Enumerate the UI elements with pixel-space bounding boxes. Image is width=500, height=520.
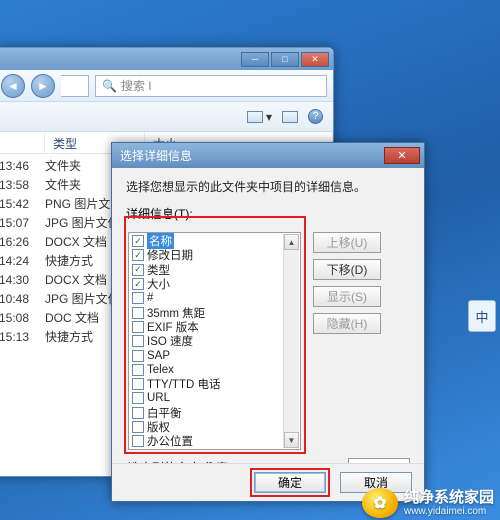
checkbox[interactable] <box>132 378 144 390</box>
detail-item[interactable]: 类型 <box>132 263 283 277</box>
back-button[interactable]: ◄ <box>1 74 25 98</box>
cell-time: 14:30 <box>0 273 45 287</box>
scroll-down-button[interactable]: ▼ <box>284 432 299 448</box>
address-bar[interactable] <box>61 75 89 97</box>
scroll-up-button[interactable]: ▲ <box>284 234 299 250</box>
cell-time: 15:13 <box>0 330 45 344</box>
checkbox[interactable] <box>132 350 144 362</box>
cell-time: 15:42 <box>0 197 45 211</box>
detail-item-label: 饱和度 <box>147 448 182 450</box>
move-down-button[interactable]: 下移(D) <box>313 259 381 280</box>
checkbox[interactable] <box>132 435 144 447</box>
column-time[interactable] <box>0 132 45 153</box>
checkbox[interactable] <box>132 249 144 261</box>
detail-item-label: 大小 <box>147 276 170 292</box>
watermark-line1: 纯净系统家园 <box>404 489 494 506</box>
cell-time: 15:08 <box>0 311 45 325</box>
detail-item[interactable]: EXIF 版本 <box>132 320 283 334</box>
checkbox[interactable] <box>132 407 144 419</box>
preview-pane-button[interactable] <box>282 111 298 123</box>
watermark-line2: www.yidaimei.com <box>404 506 494 518</box>
cell-time: 15:07 <box>0 216 45 230</box>
dialog-body: 选择您想显示的此文件夹中项目的详细信息。 详细信息(T): 名称修改日期类型大小… <box>112 168 424 463</box>
checkbox[interactable] <box>132 278 144 290</box>
close-button[interactable]: ✕ <box>301 52 329 67</box>
search-placeholder: 搜索 I <box>121 77 152 94</box>
detail-item-label: TTY/TTD 电话 <box>147 376 220 392</box>
explorer-titlebar: ─ □ ✕ <box>0 48 333 70</box>
detail-item[interactable]: 饱和度 <box>132 448 283 450</box>
show-button[interactable]: 显示(S) <box>313 286 381 307</box>
forward-button[interactable]: ► <box>31 74 55 98</box>
details-listbox[interactable]: 名称修改日期类型大小#35mm 焦距EXIF 版本ISO 速度SAP TelexT… <box>128 232 301 450</box>
detail-item[interactable]: 版权 <box>132 420 283 434</box>
detail-item[interactable]: 白平衡 <box>132 406 283 420</box>
checkbox[interactable] <box>132 235 144 247</box>
detail-item[interactable]: Telex <box>132 363 283 377</box>
view-button[interactable]: ▾ <box>247 110 272 124</box>
cell-time: 13:46 <box>0 159 45 173</box>
detail-item[interactable]: # <box>132 291 283 305</box>
cell-time: 13:58 <box>0 178 45 192</box>
detail-item[interactable]: 大小 <box>132 277 283 291</box>
checkbox[interactable] <box>132 264 144 276</box>
watermark-logo-icon: ✿ <box>362 488 398 518</box>
dialog-side-buttons: 上移(U) 下移(D) 显示(S) 隐藏(H) <box>313 232 381 334</box>
dialog-title: 选择详细信息 <box>120 147 192 164</box>
detail-item[interactable]: 办公位置 <box>132 434 283 448</box>
view-icon <box>247 111 263 123</box>
dialog-titlebar: 选择详细信息 ✕ <box>112 143 424 168</box>
move-up-button[interactable]: 上移(U) <box>313 232 381 253</box>
detail-item[interactable]: TTY/TTD 电话 <box>132 377 283 391</box>
detail-item[interactable]: SAP <box>132 348 283 362</box>
detail-item[interactable]: 名称 <box>132 234 283 248</box>
dialog-instruction: 选择您想显示的此文件夹中项目的详细信息。 <box>126 178 412 195</box>
detail-item[interactable]: 35mm 焦距 <box>132 305 283 319</box>
detail-item-label: # <box>147 292 153 304</box>
highlight-box-ok: 确定 <box>250 468 330 497</box>
details-list-label: 详细信息(T): <box>126 205 412 222</box>
cell-time: 10:48 <box>0 292 45 306</box>
pane-icon <box>282 111 298 123</box>
cell-time: 16:26 <box>0 235 45 249</box>
desktop-side-icon[interactable]: 中 <box>468 300 496 332</box>
checkbox[interactable] <box>132 307 144 319</box>
detail-item[interactable]: 修改日期 <box>132 248 283 262</box>
checkbox[interactable] <box>132 421 144 433</box>
explorer-nav: ◄ ► 🔍 搜索 I <box>0 70 333 102</box>
detail-item-label: Telex <box>147 364 174 376</box>
minimize-button[interactable]: ─ <box>241 52 269 67</box>
choose-details-dialog: 选择详细信息 ✕ 选择您想显示的此文件夹中项目的详细信息。 详细信息(T): 名… <box>111 142 425 502</box>
detail-item[interactable]: ISO 速度 <box>132 334 283 348</box>
cell-time: 14:24 <box>0 254 45 268</box>
checkbox[interactable] <box>132 292 144 304</box>
ok-button[interactable]: 确定 <box>254 472 326 493</box>
hide-button[interactable]: 隐藏(H) <box>313 313 381 334</box>
checkbox[interactable] <box>132 392 144 404</box>
detail-item[interactable]: URL <box>132 391 283 405</box>
listbox-scrollbar[interactable]: ▲ ▼ <box>283 234 299 448</box>
maximize-button[interactable]: □ <box>271 52 299 67</box>
watermark: ✿ 纯净系统家园 www.yidaimei.com <box>362 488 494 518</box>
search-input[interactable]: 🔍 搜索 I <box>95 75 327 97</box>
dialog-close-button[interactable]: ✕ <box>384 147 420 164</box>
detail-item-label: SAP <box>147 350 170 362</box>
detail-item-label: ISO 速度 <box>147 333 193 349</box>
detail-item-label: URL <box>147 392 170 404</box>
checkbox[interactable] <box>132 364 144 376</box>
watermark-text: 纯净系统家园 www.yidaimei.com <box>404 489 494 518</box>
checkbox[interactable] <box>132 335 144 347</box>
explorer-toolbar: ▾ ? <box>0 102 333 132</box>
desktop: ─ □ ✕ ◄ ► 🔍 搜索 I ▾ ? 类型 大小 13:46文件夹13:58… <box>0 0 500 520</box>
checkbox[interactable] <box>132 321 144 333</box>
search-icon: 🔍 <box>102 79 117 93</box>
help-button[interactable]: ? <box>308 109 323 124</box>
